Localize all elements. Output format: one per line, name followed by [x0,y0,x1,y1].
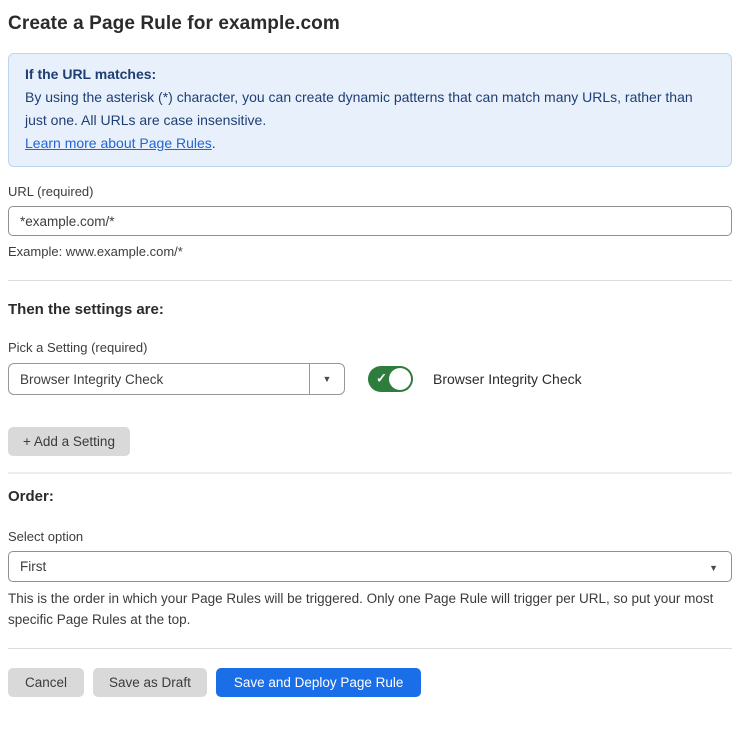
order-select-label: Select option [8,529,732,544]
setting-select-arrow-button[interactable]: ▼ [309,364,344,394]
footer-divider [8,648,732,649]
setting-select-value: Browser Integrity Check [9,364,309,394]
settings-section-heading: Then the settings are: [8,301,732,318]
setting-picker-label: Pick a Setting (required) [8,340,732,355]
browser-integrity-toggle[interactable]: ✓ [368,366,413,392]
toggle-knob [389,368,411,390]
setting-row: Browser Integrity Check ▼ ✓ Browser Inte… [8,363,732,395]
add-setting-button[interactable]: + Add a Setting [8,427,130,456]
section-divider [8,280,732,281]
page-rule-form: Create a Page Rule for example.com If th… [0,13,740,697]
url-field-label: URL (required) [8,184,732,199]
order-help-text: This is the order in which your Page Rul… [8,588,732,630]
learn-more-link[interactable]: Learn more about Page Rules [25,135,212,151]
cancel-button[interactable]: Cancel [8,668,84,697]
setting-select[interactable]: Browser Integrity Check ▼ [8,363,345,395]
info-box-body: By using the asterisk (*) character, you… [25,86,715,132]
order-section-heading: Order: [8,488,732,505]
url-match-info-box: If the URL matches: By using the asteris… [8,53,732,167]
save-and-deploy-button[interactable]: Save and Deploy Page Rule [216,668,422,697]
check-icon: ✓ [376,371,387,387]
url-example-text: Example: www.example.com/* [8,244,732,259]
order-select-arrow: ▼ [709,558,731,576]
footer-actions: Cancel Save as Draft Save and Deploy Pag… [8,668,732,697]
toggle-label: Browser Integrity Check [433,371,582,387]
page-title: Create a Page Rule for example.com [8,13,732,35]
link-suffix: . [212,135,216,151]
section-divider-light [8,472,732,474]
order-select[interactable]: First ▼ [8,551,732,582]
chevron-down-icon: ▼ [709,563,718,573]
info-box-link-line: Learn more about Page Rules. [25,132,715,155]
order-select-value: First [9,559,709,574]
info-box-heading: If the URL matches: [25,63,715,86]
chevron-down-icon: ▼ [323,375,332,384]
save-as-draft-button[interactable]: Save as Draft [93,668,207,697]
url-input[interactable] [8,206,732,236]
